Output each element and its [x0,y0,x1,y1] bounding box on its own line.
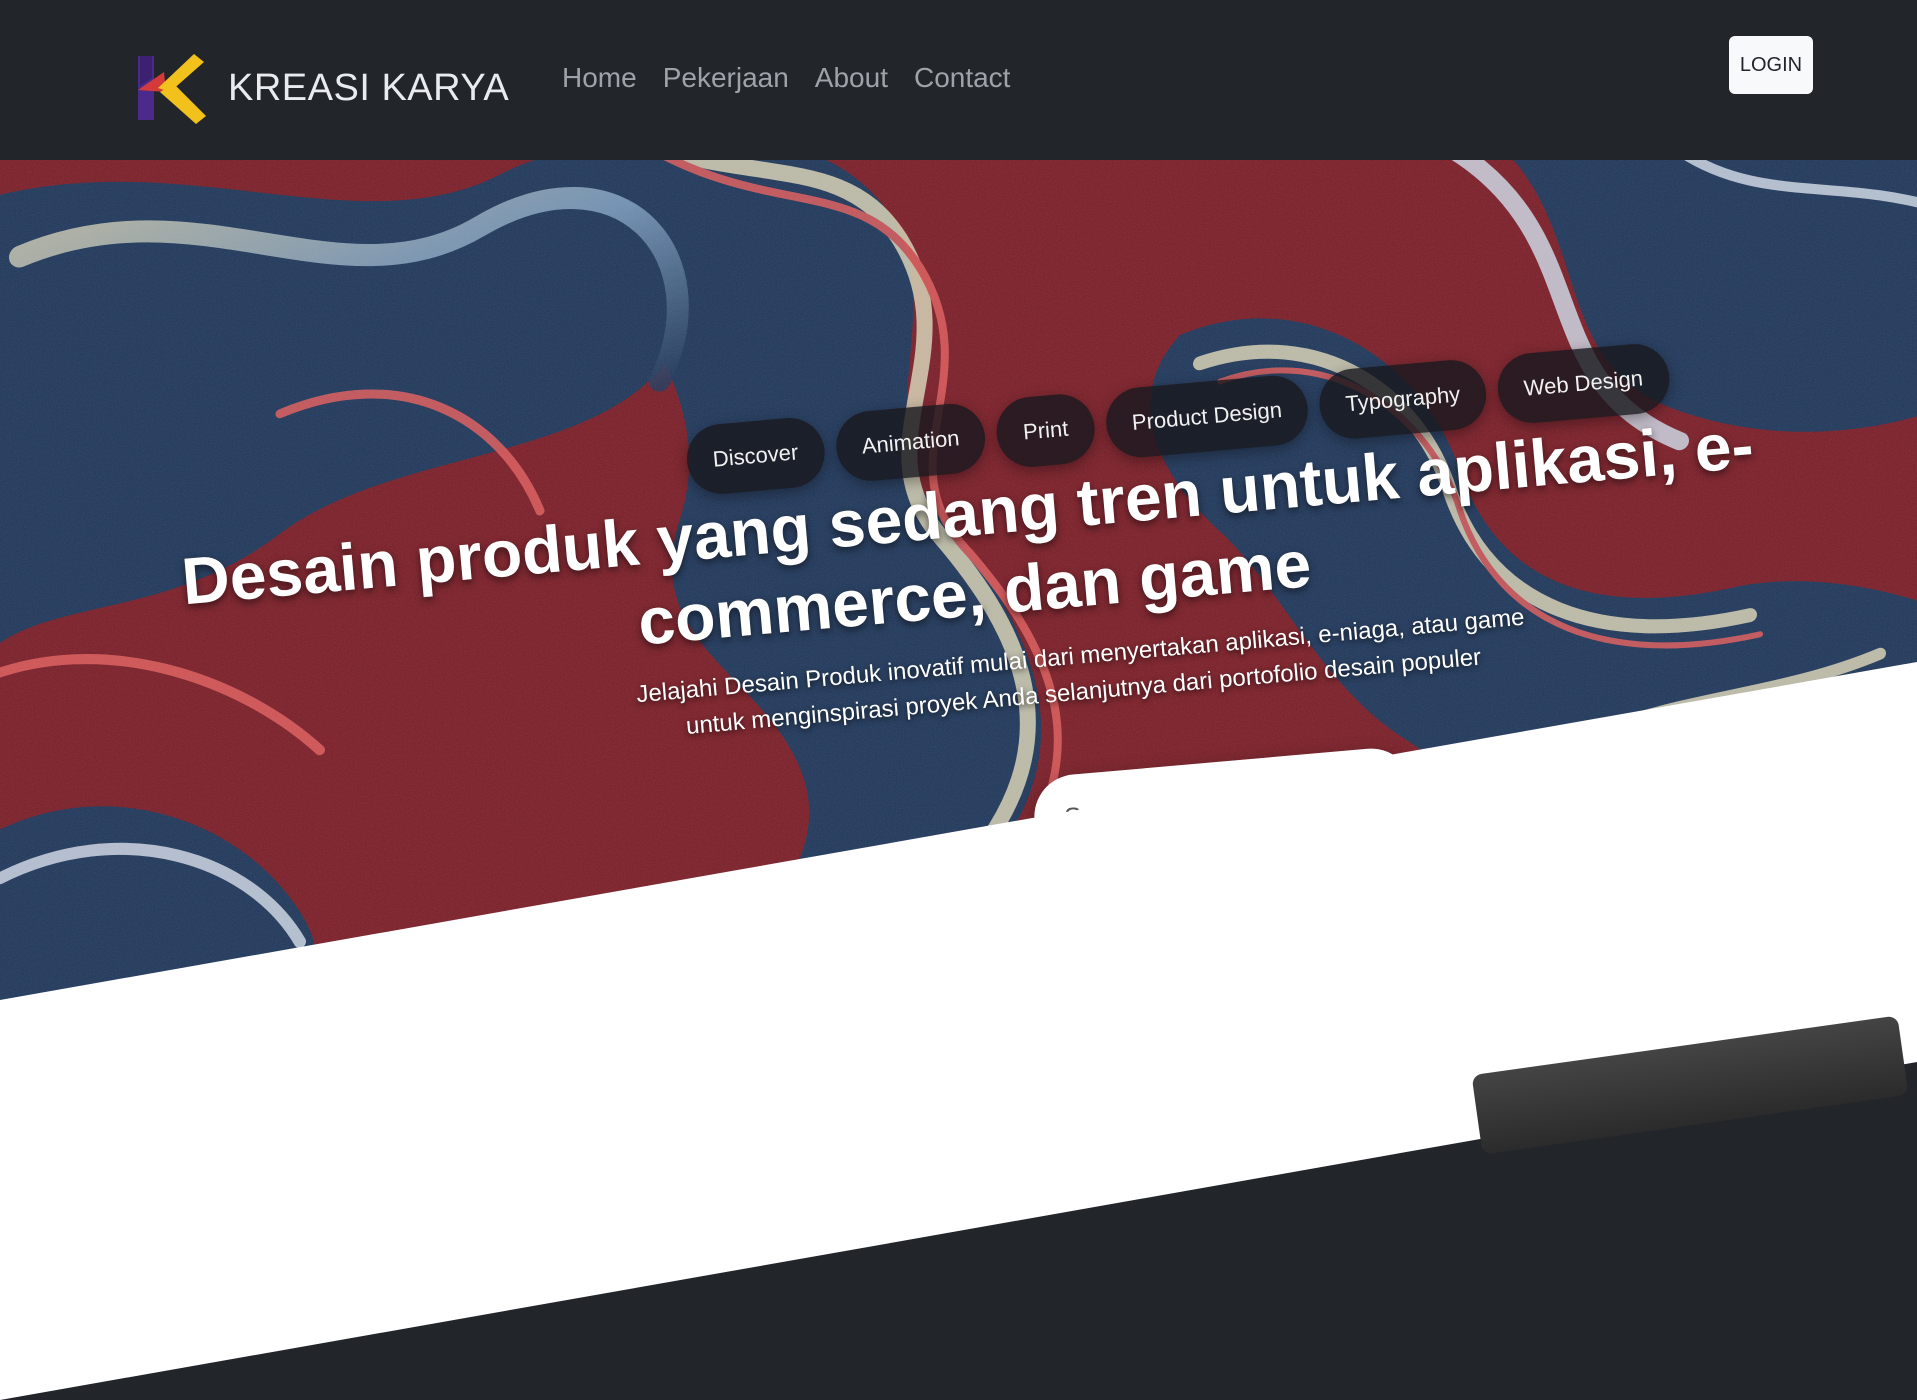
login-button[interactable]: LOGIN [1729,36,1813,94]
top-navbar: KREASI KARYA Home Pekerjaan About Contac… [0,0,1917,160]
nav-link-pekerjaan[interactable]: Pekerjaan [663,62,789,94]
chip-animation[interactable]: Animation [832,401,989,484]
kreasi-karya-k-logo-icon [138,54,206,124]
main-nav: Home Pekerjaan About Contact [562,62,1010,94]
brand[interactable]: KREASI KARYA [130,48,509,128]
nav-link-home[interactable]: Home [562,62,637,94]
nav-link-contact[interactable]: Contact [914,62,1011,94]
chip-print[interactable]: Print [994,391,1098,470]
brand-name: KREASI KARYA [228,66,510,109]
nav-link-about[interactable]: About [815,62,888,94]
chip-discover[interactable]: Discover [683,415,828,497]
